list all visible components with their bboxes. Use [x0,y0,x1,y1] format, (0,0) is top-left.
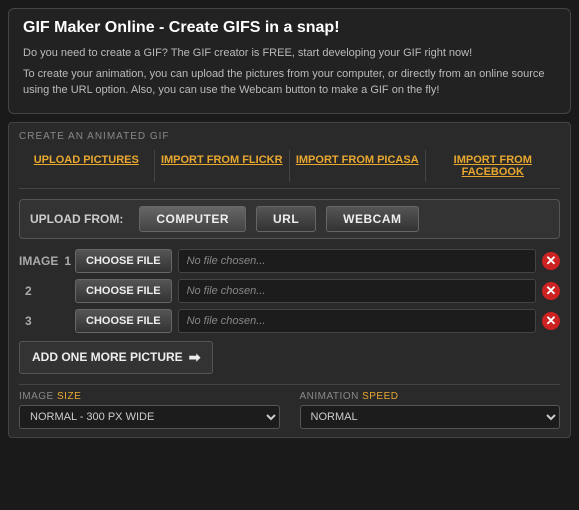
table-row: IMAGE 1 CHOOSE FILE No file chosen... ✕ [19,249,560,273]
tab-import-facebook[interactable]: IMPORT FROM FACEBOOK [426,150,561,182]
desc2: To create your animation, you can upload… [23,66,556,99]
section-title: CREATE AN ANIMATED GIF [19,131,560,142]
image-label-1: IMAGE 1 [19,254,69,268]
add-more-picture-button[interactable]: ADD ONE MORE PICTURE ➡ [19,341,213,374]
file-input-2: No file chosen... [178,279,536,303]
choose-file-btn-3[interactable]: CHOOSE FILE [75,309,172,333]
source-btn-url[interactable]: URL [256,206,316,232]
remove-btn-1[interactable]: ✕ [542,252,560,270]
image-num-1: 1 [64,254,71,268]
source-btn-computer[interactable]: COMPUTER [139,206,246,232]
animation-label-text: ANIMATION [300,391,363,402]
settings-row: IMAGE SIZE NORMAL - 300 PX WIDE SMALL - … [19,384,560,429]
main-panel: CREATE AN ANIMATED GIF UPLOAD PICTURES I… [8,122,571,438]
source-btn-webcam[interactable]: WEBCAM [326,206,418,232]
tabs-row: UPLOAD PICTURES IMPORT FROM FLICKR IMPOR… [19,150,560,189]
table-row: 3 CHOOSE FILE No file chosen... ✕ [19,309,560,333]
image-label-3: 3 [19,314,69,328]
image-size-label: IMAGE SIZE [19,391,280,402]
tab-import-picasa[interactable]: IMPORT FROM PICASA [290,150,426,182]
remove-btn-2[interactable]: ✕ [542,282,560,300]
file-input-3: No file chosen... [178,309,536,333]
image-size-select[interactable]: NORMAL - 300 PX WIDE SMALL - 200 PX WIDE… [19,405,280,429]
animation-speed-select[interactable]: NORMAL FAST SLOW [300,405,561,429]
image-num-3: 3 [25,314,32,328]
image-size-highlight: SIZE [57,391,81,402]
upload-from-row: UPLOAD FROM: COMPUTER URL WEBCAM [19,199,560,239]
animation-speed-highlight: SPEED [362,391,398,402]
desc1: Do you need to create a GIF? The GIF cre… [23,45,556,62]
image-rows: IMAGE 1 CHOOSE FILE No file chosen... ✕ … [19,249,560,333]
image-label-2: 2 [19,284,69,298]
arrow-right-icon: ➡ [189,349,201,366]
add-more-label: ADD ONE MORE PICTURE [32,350,183,364]
choose-file-btn-1[interactable]: CHOOSE FILE [75,249,172,273]
image-num-2: 2 [25,284,32,298]
upload-from-label: UPLOAD FROM: [30,212,123,226]
image-word: IMAGE [19,254,58,268]
file-input-1: No file chosen... [178,249,536,273]
tab-import-flickr[interactable]: IMPORT FROM FLICKR [155,150,291,182]
header-panel: GIF Maker Online - Create GIFS in a snap… [8,8,571,114]
table-row: 2 CHOOSE FILE No file chosen... ✕ [19,279,560,303]
choose-file-btn-2[interactable]: CHOOSE FILE [75,279,172,303]
tab-upload-pictures[interactable]: UPLOAD PICTURES [19,150,155,182]
image-size-group: IMAGE SIZE NORMAL - 300 PX WIDE SMALL - … [19,391,280,429]
image-label-text: IMAGE [19,391,57,402]
animation-speed-label: ANIMATION SPEED [300,391,561,402]
animation-speed-group: ANIMATION SPEED NORMAL FAST SLOW [300,391,561,429]
remove-btn-3[interactable]: ✕ [542,312,560,330]
page-title: GIF Maker Online - Create GIFS in a snap… [23,19,556,37]
